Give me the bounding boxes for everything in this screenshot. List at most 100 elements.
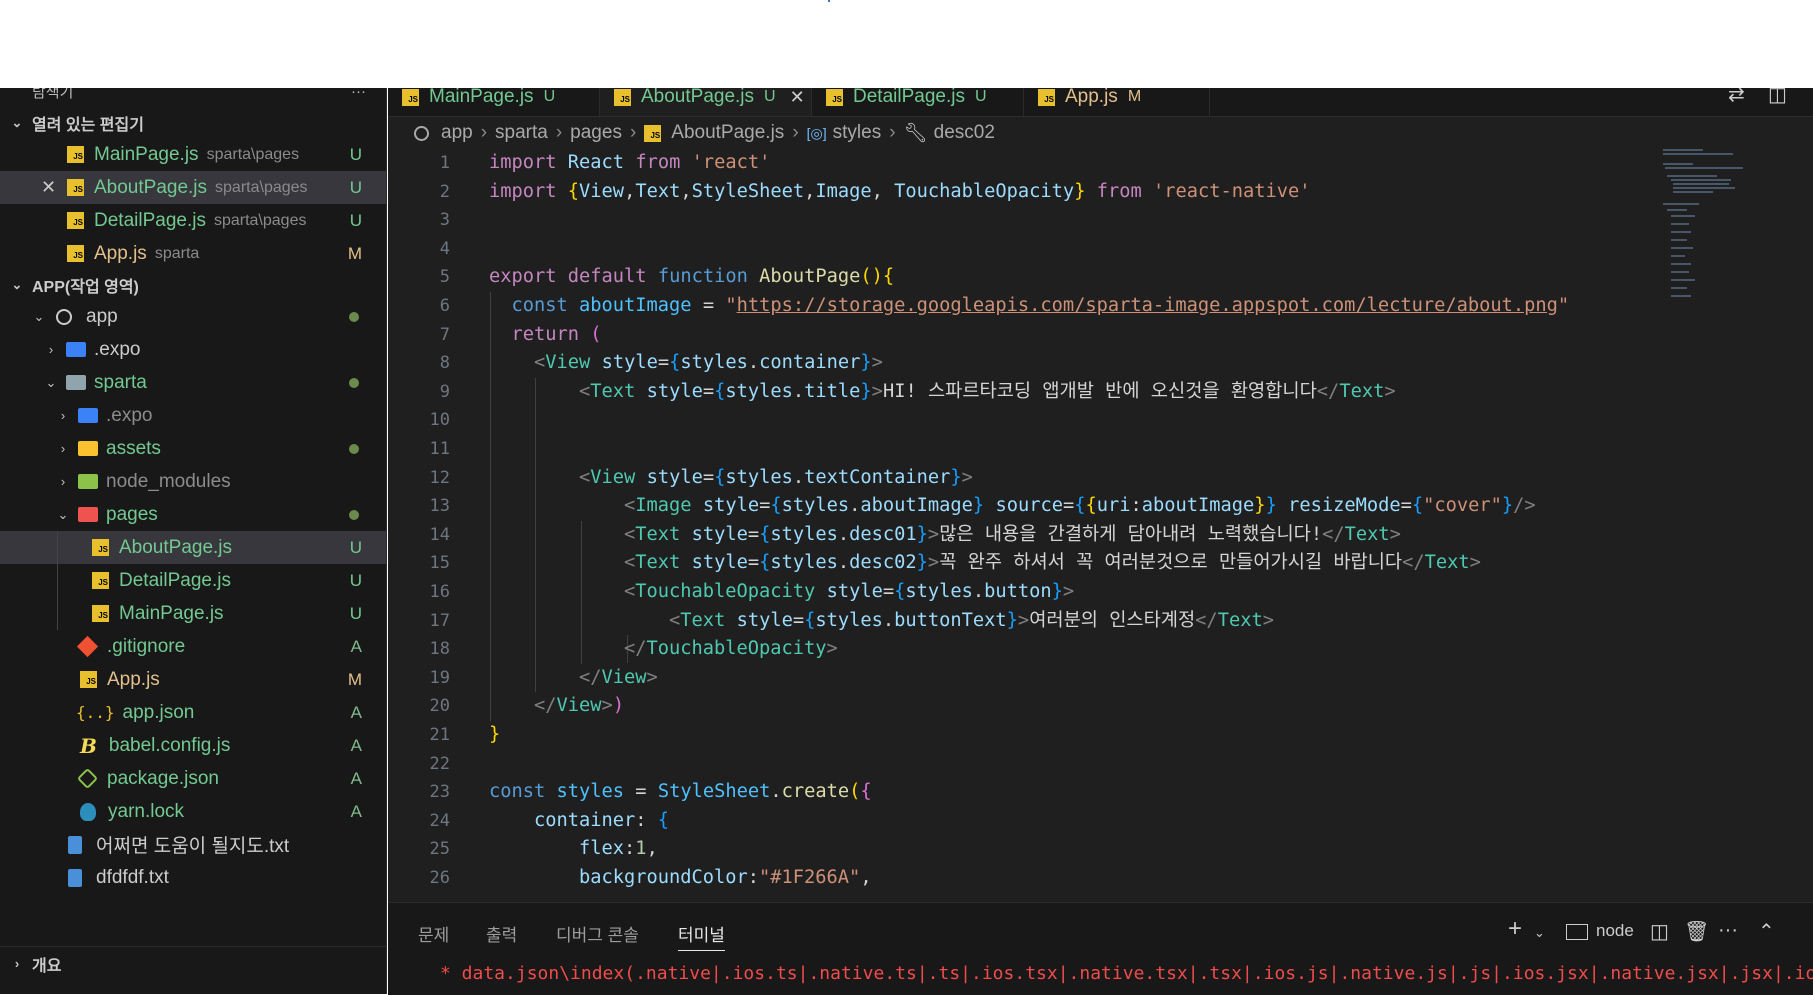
tree-file[interactable]: JS AboutPage.js U [0, 531, 386, 564]
tree-file[interactable]: JS App.js M [0, 663, 386, 696]
chevron-right-icon: › [48, 342, 54, 357]
breadcrumb-item[interactable]: app [441, 122, 473, 144]
js-file-icon: JS [92, 605, 109, 622]
minimap[interactable] [1663, 149, 1753, 309]
tree-item-label: pages [106, 503, 158, 525]
open-editor-item[interactable]: JS DetailPage.js sparta\pages U [0, 204, 386, 237]
git-status-badge: A [350, 735, 362, 755]
assets-folder-icon [78, 441, 98, 456]
split-terminal-icon[interactable]: ◫ [1650, 919, 1669, 944]
tree-file[interactable]: 어쩌면 도움이 될지도.txt [0, 828, 386, 861]
tree-file[interactable]: JS DetailPage.js U [0, 564, 386, 597]
more-actions-icon[interactable]: ··· [351, 88, 366, 100]
minimap-line [1671, 263, 1691, 265]
tree-folder-node-modules[interactable]: › node_modules [0, 465, 386, 498]
open-editor-item[interactable]: ✕ JS AboutPage.js sparta\pages U [0, 171, 386, 204]
js-file-icon: JS [67, 146, 84, 163]
more-icon[interactable]: ··· [1718, 919, 1738, 942]
new-terminal-icon[interactable]: + [1508, 915, 1522, 943]
compare-icon[interactable]: ⇄ [1728, 88, 1745, 107]
maximize-panel-icon[interactable]: ⌃ [1758, 919, 1775, 944]
tree-file[interactable]: dfdfdf.txt [0, 861, 386, 894]
folder-circle-icon [56, 308, 72, 325]
workspace-section[interactable]: ⌄ APP(작업 영역) [0, 270, 386, 300]
chevron-down-icon: ⌄ [45, 374, 57, 390]
tree-file[interactable]: package.json A [0, 762, 386, 795]
line-number: 12 [429, 467, 450, 488]
git-status-badge: A [350, 702, 362, 722]
open-editors-section[interactable]: ⌄ 열려 있는 편집기 [0, 108, 386, 138]
breadcrumb-item[interactable]: styles [833, 122, 882, 144]
chevron-down-icon: ⌄ [33, 308, 45, 324]
git-status-badge: A [350, 636, 362, 656]
outline-section[interactable]: › 개요 [0, 946, 386, 980]
tab-label: MainPage.js [429, 88, 534, 107]
line-number: 3 [439, 210, 450, 231]
breadcrumb-item[interactable]: sparta [495, 122, 548, 144]
node-folder-icon [78, 474, 98, 489]
open-editor-item[interactable]: JS App.js sparta M [0, 237, 386, 270]
minimap-line [1671, 295, 1691, 297]
tree-item-label: dfdfdf.txt [96, 866, 169, 888]
tree-folder-assets[interactable]: › assets [0, 432, 386, 465]
outline-label: 개요 [32, 957, 62, 975]
js-file-icon: JS [402, 88, 419, 106]
line-number: 10 [429, 410, 450, 431]
explorer-sidebar: 탐색기 ··· ⌄ 열려 있는 편집기 JS MainPage.js spart… [0, 88, 387, 994]
tree-file[interactable]: {..} app.json A [0, 696, 386, 729]
tree-file[interactable]: B babel.config.js A [0, 729, 386, 762]
panel-tab-terminal[interactable]: 터미널 [678, 921, 725, 951]
trash-icon[interactable]: 🗑︎ [1684, 919, 1709, 944]
tree-item-label: .expo [106, 404, 153, 426]
string-react-native: 'react-native' [1153, 180, 1311, 202]
nodejs-icon [76, 767, 99, 790]
minimap-line [1663, 163, 1693, 165]
tree-folder-expo[interactable]: › .expo [0, 333, 386, 366]
breadcrumb-item[interactable]: pages [570, 122, 622, 144]
chevron-right-icon: › [889, 122, 896, 143]
line-number: 24 [429, 810, 450, 831]
line-number: 21 [429, 725, 450, 745]
code-editor[interactable]: 1 2 3 4 5 6 7 8 9 10 11 12 13 14 15 16 1… [388, 149, 1813, 902]
tab-label: App.js [1065, 88, 1118, 107]
breadcrumb-item[interactable]: AboutPage.js [671, 122, 784, 144]
tab-label: DetailPage.js [853, 88, 965, 107]
code-line: container: { [534, 809, 670, 831]
terminal-shell-label[interactable]: node [1596, 921, 1634, 941]
git-icon [76, 635, 99, 658]
chevron-down-icon[interactable]: ⌄ [1534, 925, 1545, 941]
tab-aboutpage[interactable]: JS AboutPage.js U ✕ [600, 88, 812, 116]
code-line: <Text style={styles.desc02}>꼭 완주 하셔서 꼭 여… [624, 552, 1481, 574]
tab-detailpage[interactable]: JS DetailPage.js U [812, 88, 1024, 116]
tree-file[interactable]: JS MainPage.js U [0, 597, 386, 630]
breadcrumb-item[interactable]: desc02 [934, 122, 995, 144]
panel-tab-problems[interactable]: 문제 [418, 921, 449, 946]
about-image-url[interactable]: https://storage.googleapis.com/sparta-im… [737, 295, 1558, 316]
panel-tab-debug-console[interactable]: 디버그 콘솔 [556, 921, 639, 946]
tree-folder-sparta[interactable]: ⌄ sparta [0, 366, 386, 399]
minimap-line [1673, 183, 1729, 185]
code-line: <Text style={styles.buttonText}>여러분의 인스타… [669, 609, 1274, 631]
line-number: 13 [429, 496, 450, 517]
tree-folder-expo[interactable]: › .expo [0, 399, 386, 432]
line-number: 25 [429, 839, 450, 860]
minimap-line [1671, 255, 1685, 257]
tree-file[interactable]: .gitignore A [0, 630, 386, 663]
js-file-icon: JS [67, 212, 84, 229]
tab-appjs[interactable]: JS App.js M [1024, 88, 1210, 116]
tab-status: U [974, 88, 987, 105]
git-status-badge: M [347, 669, 362, 689]
tree-file[interactable]: yarn.lock A [0, 795, 386, 828]
code-line: import React from 'react' [489, 152, 771, 173]
split-editor-icon[interactable]: ◫ [1768, 88, 1787, 107]
tab-close-icon[interactable]: ✕ [790, 88, 805, 108]
explorer-header: 탐색기 ··· [0, 88, 386, 102]
close-icon[interactable]: ✕ [41, 177, 56, 198]
tab-mainpage[interactable]: JS MainPage.js U [388, 88, 600, 116]
tree-item-label: package.json [107, 767, 219, 789]
tree-folder-pages[interactable]: ⌄ pages [0, 498, 386, 531]
open-editor-item[interactable]: JS MainPage.js sparta\pages U [0, 138, 386, 171]
panel-tab-output[interactable]: 출력 [486, 921, 517, 946]
minimap-line [1671, 179, 1731, 181]
tree-folder-app[interactable]: ⌄ app [0, 300, 386, 333]
